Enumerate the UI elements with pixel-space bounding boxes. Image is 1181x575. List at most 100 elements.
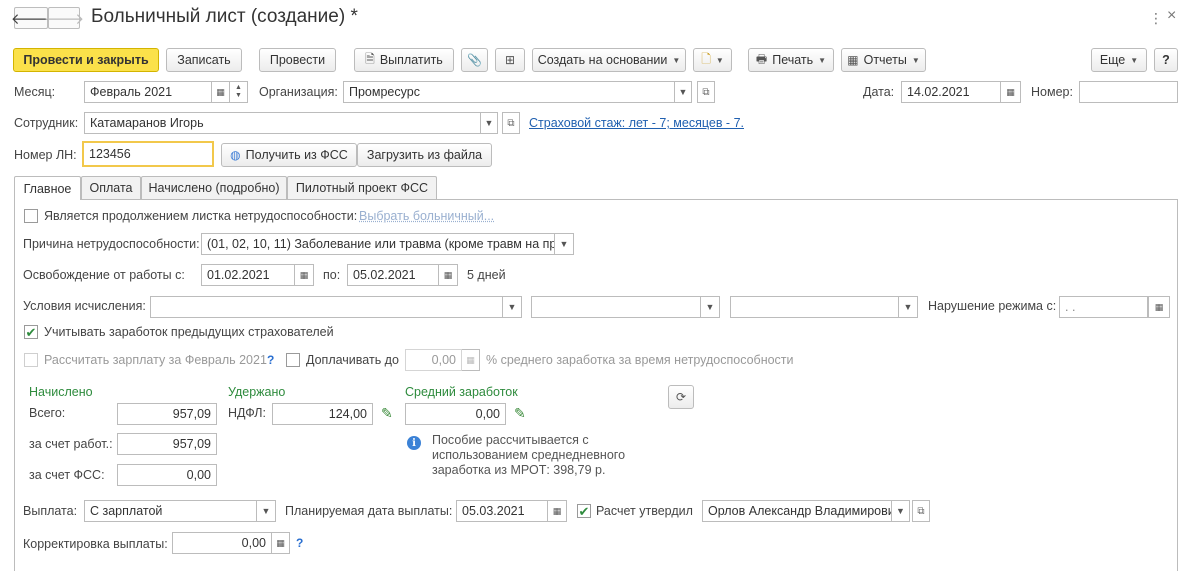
back-button[interactable]: 🡐 [11,7,51,29]
date-field[interactable]: 14.02.2021 [901,81,1001,103]
topup-value-field[interactable]: 0,00 [405,349,462,371]
recalculate-button[interactable]: ⟳ [668,385,694,409]
documents-menu-button[interactable]: 🗋 ▼ [693,48,732,72]
calendar-icon: ▦ [443,269,453,280]
info-icon: i [407,436,421,450]
open-link-icon: ⧉ [917,505,925,517]
chevron-down-icon: ▼ [484,118,494,128]
select-sick-leave-link[interactable]: Выбрать больничный... [359,209,494,223]
release-to-label: по: [323,268,341,282]
release-from-field[interactable]: 01.02.2021 [201,264,295,286]
calc-salary-checkbox[interactable] [24,353,38,367]
avg-earnings-title: Средний заработок [405,385,518,399]
number-field[interactable] [1079,81,1178,103]
more-button[interactable]: Еще ▼ [1091,48,1147,72]
withheld-title: Удержано [228,385,286,399]
violation-date-field[interactable]: . . [1059,296,1148,318]
month-stepper[interactable]: ▲ ▼ [230,81,248,103]
info-line-2: использованием среднедневного [432,448,626,462]
post-and-close-label: Провести и закрыть [23,53,149,67]
attach-button[interactable]: 📎 [461,48,488,72]
calc-salary-help-icon[interactable]: ? [267,353,274,367]
employer-value: 957,09 [117,433,217,455]
month-field[interactable]: Февраль 2021 [84,81,212,103]
payout-dropdown-button[interactable]: ▼ [257,500,276,522]
post-and-close-button[interactable]: Провести и закрыть [13,48,159,72]
tab-fss-pilot-label: Пилотный проект ФСС [295,181,429,195]
create-based-button[interactable]: Создать на основании ▼ [532,48,686,72]
violation-calendar-button[interactable]: ▦ [1148,296,1170,318]
approved-label: Расчет утвердил [596,504,693,518]
prev-insurers-checkbox[interactable]: ✔ [24,325,38,339]
save-button[interactable]: Записать [166,48,242,72]
load-from-file-label: Загрузить из файла [366,148,483,162]
document-pay-icon: 🗎 [365,51,375,66]
continuation-checkbox[interactable] [24,209,38,223]
reason-dropdown-button[interactable]: ▼ [555,233,574,255]
refresh-icon: ⟳ [675,390,687,404]
conditions-field-1[interactable] [150,296,503,318]
calendar-icon: ▦ [1154,301,1164,312]
topup-checkbox[interactable] [286,353,300,367]
organization-field[interactable]: Промресурс [343,81,675,103]
approved-checkbox[interactable]: ✔ [577,504,591,518]
structure-button[interactable]: ⊞ [495,48,525,72]
approver-field[interactable]: Орлов Александр Владимирович [702,500,892,522]
employee-dropdown-button[interactable]: ▼ [481,112,498,134]
tab-main-label: Главное [23,181,72,196]
get-from-fss-button[interactable]: ◍ Получить из ФСС [221,143,357,167]
save-label: Записать [177,53,231,67]
reports-label: Отчеты [863,53,907,67]
conditions-dropdown-3[interactable]: ▼ [899,296,918,318]
ln-number-field[interactable]: 123456 [82,141,214,167]
date-calendar-button[interactable]: ▦ [1001,81,1021,103]
correction-field[interactable]: 0,00 [172,532,272,554]
reports-button[interactable]: ▦ Отчеты ▼ [841,48,926,72]
correction-help-icon[interactable]: ? [296,536,303,550]
total-value: 957,09 [117,403,217,425]
tab-accrued-detailed[interactable]: Начислено (подробно) [141,176,287,199]
release-to-field[interactable]: 05.02.2021 [347,264,439,286]
topup-calculator-button[interactable]: ▦ [462,349,480,371]
tab-main[interactable]: Главное [14,176,81,200]
tab-fss-pilot[interactable]: Пилотный проект ФСС [287,176,437,199]
calendar-icon: ▦ [552,505,562,516]
avg-earnings-edit-pencil-icon[interactable]: ✎ [514,405,526,422]
organization-dropdown-button[interactable]: ▼ [675,81,692,103]
planned-date-calendar-button[interactable]: ▦ [548,500,567,522]
insurance-experience-link[interactable]: Страховой стаж: лет - 7; месяцев - 7. [529,116,744,130]
paperclip-icon: 📎 [467,53,482,67]
reason-field[interactable]: (01, 02, 10, 11) Заболевание или травма … [201,233,555,255]
chevron-down-icon: ▼ [818,55,827,65]
approver-dropdown-button[interactable]: ▼ [892,500,910,522]
conditions-dropdown-1[interactable]: ▼ [503,296,522,318]
conditions-field-2[interactable] [531,296,701,318]
close-icon[interactable]: × [1167,7,1176,25]
post-button[interactable]: Провести [259,48,336,72]
correction-calculator-button[interactable]: ▦ [272,532,290,554]
load-from-file-button[interactable]: Загрузить из файла [357,143,492,167]
employee-field[interactable]: Катамаранов Игорь [84,112,481,134]
more-vertical-icon[interactable]: ⋮ [1149,10,1163,27]
release-from-calendar-button[interactable]: ▦ [295,264,314,286]
release-to-calendar-button[interactable]: ▦ [439,264,458,286]
conditions-field-3[interactable] [730,296,899,318]
help-button[interactable]: ? [1154,48,1178,72]
correction-label: Корректировка выплаты: [23,537,168,551]
chevron-down-icon: ▼ [715,55,724,65]
payout-field[interactable]: С зарплатой [84,500,257,522]
print-button[interactable]: 🖶 Печать ▼ [748,48,834,72]
total-label: Всего: [29,406,66,420]
calculator-icon: ▦ [276,537,285,548]
approver-open-button[interactable]: ⧉ [912,500,930,522]
planned-date-field[interactable]: 05.03.2021 [456,500,548,522]
forward-button[interactable]: 🡒 [44,7,84,29]
tab-payment[interactable]: Оплата [81,176,141,199]
organization-open-button[interactable]: ⧉ [697,81,715,103]
fss-globe-icon: ◍ [230,148,241,162]
month-calendar-button[interactable]: ▦ [212,81,230,103]
employee-open-button[interactable]: ⧉ [502,112,520,134]
conditions-dropdown-2[interactable]: ▼ [701,296,720,318]
pay-button[interactable]: 🗎 Выплатить [354,48,454,72]
ndfl-edit-pencil-icon[interactable]: ✎ [381,405,393,422]
